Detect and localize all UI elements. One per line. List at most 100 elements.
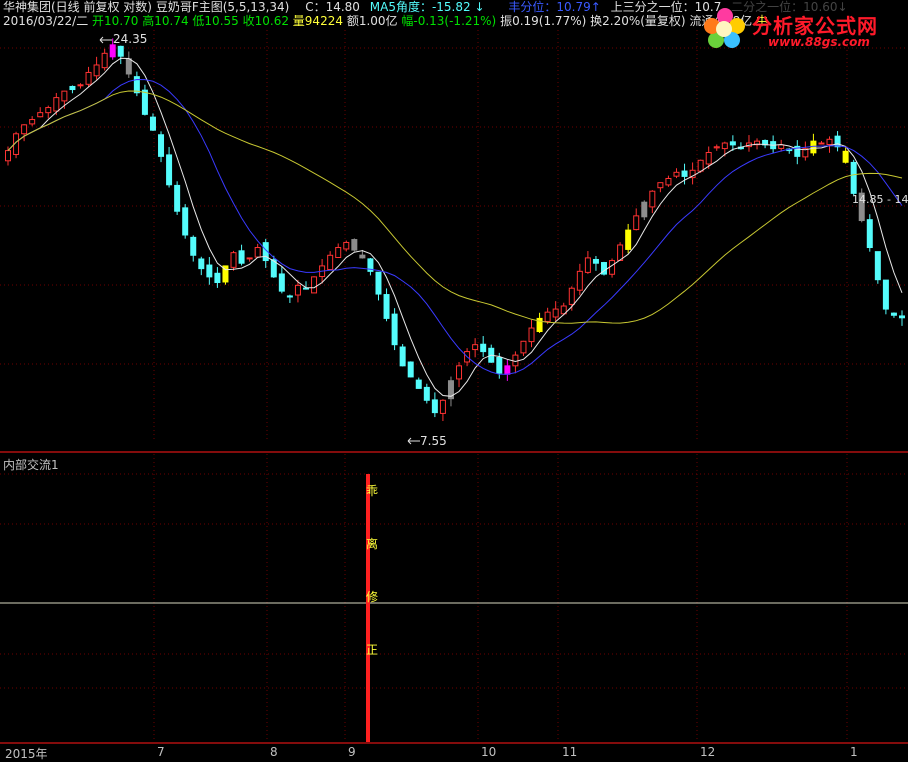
candle-body	[286, 295, 293, 298]
candle-body	[866, 219, 873, 249]
candle-body	[721, 142, 728, 150]
candle-body	[697, 159, 704, 172]
candle-body	[61, 90, 68, 102]
candle-body	[53, 97, 60, 112]
candle-body	[496, 356, 503, 374]
candle-body	[77, 84, 84, 87]
candle-body	[472, 344, 479, 351]
subchart-char-1: 乖	[366, 484, 379, 498]
candle-body	[69, 85, 76, 91]
candle-body	[294, 284, 301, 296]
high-arrow-icon	[99, 36, 112, 44]
candle-body	[874, 251, 881, 281]
subchart-char-2: 离	[366, 537, 379, 551]
logo-url: www.88gs.com	[768, 35, 870, 49]
candle-body	[21, 124, 28, 135]
ma-line-34	[7, 90, 903, 324]
candle-body	[641, 201, 648, 218]
candle-body	[383, 294, 390, 319]
candle-body	[818, 142, 825, 145]
candle-body	[182, 207, 189, 236]
candle-body	[568, 287, 575, 305]
candle-body	[423, 386, 430, 401]
candle-body	[230, 252, 237, 268]
candle-body	[29, 119, 36, 125]
candle-body	[238, 250, 245, 264]
header-row-2: 2016/03/22/二 开10.70 高10.74 低10.55 收10.62…	[3, 14, 768, 29]
candle-body	[335, 247, 342, 259]
candle-body	[206, 264, 213, 278]
candle-body	[713, 146, 720, 149]
ma5-angle: MA5角度：-15.82	[369, 0, 471, 14]
candle-body	[125, 58, 132, 75]
candle-body	[117, 45, 124, 57]
candle-body	[93, 64, 100, 77]
open-price: 开10.70	[92, 14, 139, 28]
candle-body	[85, 71, 92, 85]
candle-body	[504, 365, 511, 375]
candle-body	[552, 308, 559, 318]
candle-body	[834, 135, 841, 148]
amount: 额1.00亿	[346, 14, 398, 28]
high-price: 高10.74	[142, 14, 189, 28]
high-price-label: 24.35	[113, 32, 148, 46]
candle-body	[439, 399, 446, 414]
candle-body	[351, 239, 358, 251]
candle-body	[592, 258, 599, 264]
date-day: 2016/03/22/二	[3, 14, 89, 28]
candle-body	[327, 254, 334, 270]
candle-body	[254, 247, 261, 258]
low-price-label: 7.55	[420, 434, 447, 448]
candle-body	[528, 327, 535, 343]
volume: 量94224	[292, 14, 343, 28]
candle-body	[158, 134, 165, 157]
candle-body	[512, 354, 519, 367]
close-price: 收10.62	[242, 14, 289, 28]
candle-body	[198, 258, 205, 270]
candle-body	[705, 152, 712, 165]
candle-body	[415, 379, 422, 389]
candle-body	[882, 279, 889, 310]
stock-title: 华神集团(日线 前复权 对数)	[3, 0, 152, 14]
candle-body	[633, 215, 640, 231]
candle-body	[149, 116, 156, 131]
amplitude: 振0.19(1.77%)	[500, 14, 587, 28]
candle-body	[278, 273, 285, 292]
candle-body	[343, 241, 350, 250]
down-arrow-icon: ↓	[474, 0, 485, 14]
candle-body	[584, 257, 591, 273]
indicator-name: 豆奶哥F主图(5,5,13,34)	[155, 0, 290, 14]
candle-body	[166, 154, 173, 186]
x-label-oct: 10	[481, 745, 497, 759]
candle-body	[544, 311, 551, 322]
candle-body	[810, 140, 817, 154]
candle-body	[657, 182, 664, 189]
change: 幅-0.13(-1.21%)	[401, 14, 497, 28]
candle-body	[665, 177, 672, 186]
candle-body	[480, 343, 487, 353]
subchart-char-3: 修	[366, 590, 379, 604]
candle-body	[399, 346, 406, 367]
subchart-title: 内部交流1	[3, 458, 59, 472]
candle-body	[311, 276, 318, 294]
x-label-year: 2015年	[5, 747, 48, 761]
candle-body	[681, 170, 688, 177]
candle-body	[359, 254, 366, 259]
candle-body	[729, 141, 736, 146]
subchart-char-4: 正	[366, 643, 379, 657]
candle-body	[576, 270, 583, 291]
low-price: 低10.55	[192, 14, 239, 28]
candle-body	[190, 236, 197, 256]
candle-body	[101, 52, 108, 69]
deviation-bar	[366, 474, 370, 742]
kline-chart	[0, 30, 908, 744]
x-label-jan: 1	[850, 745, 858, 759]
x-label-dec: 12	[700, 745, 716, 759]
grid-lines	[0, 30, 908, 744]
candle-body	[609, 260, 616, 275]
candle-body	[625, 229, 632, 250]
x-label-nov: 11	[562, 745, 578, 759]
x-label-sep: 9	[348, 745, 356, 759]
candle-body	[174, 184, 181, 212]
candle-body	[37, 112, 44, 118]
